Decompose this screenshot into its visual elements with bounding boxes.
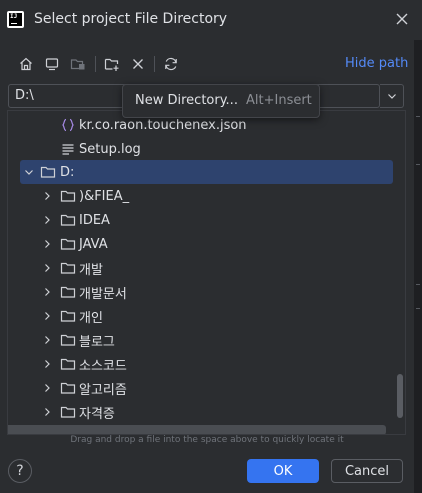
tree-row-label: 알고리즘 bbox=[79, 382, 127, 398]
help-button[interactable]: ? bbox=[8, 459, 32, 483]
delete-icon[interactable] bbox=[126, 52, 150, 76]
horizontal-scrollbar[interactable] bbox=[8, 425, 386, 434]
tree-row-folder[interactable]: IDEA bbox=[8, 208, 396, 232]
chevron-right-icon[interactable] bbox=[41, 334, 53, 346]
chevron-right-icon[interactable] bbox=[41, 406, 53, 418]
cancel-button[interactable]: Cancel bbox=[331, 459, 403, 483]
title-bar: IJ Select project File Directory bbox=[0, 0, 422, 40]
folder-icon bbox=[60, 332, 76, 348]
tree-row-label: kr.co.raon.touchenex.json bbox=[79, 117, 247, 133]
intellij-app-icon: IJ bbox=[7, 11, 24, 28]
tree-row-folder[interactable]: 소스코드 bbox=[8, 352, 396, 376]
tree-row-label: )&FIEA_ bbox=[79, 188, 130, 204]
new-directory-menu-item[interactable]: New Directory... bbox=[135, 93, 238, 108]
drag-drop-hint: Drag and drop a file into the space abov… bbox=[70, 435, 344, 445]
background-window-edge bbox=[414, 40, 422, 493]
tree-row-folder[interactable]: 개발 bbox=[8, 256, 396, 280]
shortcut-label: Alt+Insert bbox=[246, 93, 312, 108]
folder-icon bbox=[60, 284, 76, 300]
tree-row-log-file[interactable]: Setup.log bbox=[8, 137, 396, 161]
chevron-right-icon[interactable] bbox=[41, 262, 53, 274]
close-icon[interactable] bbox=[393, 10, 411, 28]
tree-row-folder[interactable]: 개발문서 bbox=[8, 280, 396, 304]
chevron-right-icon[interactable] bbox=[41, 286, 53, 298]
tree-row-folder[interactable]: 블로그 bbox=[8, 328, 396, 352]
tree-row-folder[interactable]: JAVA bbox=[8, 232, 396, 256]
file-tree[interactable]: kr.co.raon.touchenex.json Setup.log D: )… bbox=[7, 110, 406, 435]
chevron-right-icon[interactable] bbox=[41, 358, 53, 370]
json-file-icon bbox=[60, 117, 76, 133]
tree-row-label: 소스코드 bbox=[79, 358, 127, 374]
folder-icon bbox=[60, 356, 76, 372]
tree-row-drive-d[interactable]: D: bbox=[20, 160, 393, 184]
tree-row-label: 개인 bbox=[79, 310, 103, 326]
tree-row-label: 블로그 bbox=[79, 334, 115, 350]
hide-path-link[interactable]: Hide path bbox=[345, 56, 408, 71]
tree-row-label: JAVA bbox=[79, 236, 108, 252]
tree-row-label: 자격증 bbox=[79, 406, 115, 422]
text-file-icon bbox=[60, 141, 76, 157]
tree-row-label: D: bbox=[60, 164, 75, 180]
tree-row-label: 개발 bbox=[79, 262, 103, 278]
ok-button[interactable]: OK bbox=[247, 459, 319, 483]
folder-icon bbox=[60, 380, 76, 396]
folder-icon bbox=[60, 236, 76, 252]
toolbar: Hide path bbox=[0, 50, 422, 78]
tree-row-label: Setup.log bbox=[79, 141, 141, 157]
desktop-icon[interactable] bbox=[40, 52, 64, 76]
chevron-right-icon[interactable] bbox=[41, 214, 53, 226]
tree-row-folder[interactable]: )&FIEA_ bbox=[8, 184, 396, 208]
project-folder-icon bbox=[66, 52, 90, 76]
chevron-right-icon[interactable] bbox=[41, 238, 53, 250]
tree-row-folder[interactable]: 개인 bbox=[8, 304, 396, 328]
dialog-title: Select project File Directory bbox=[34, 11, 228, 27]
folder-icon bbox=[40, 164, 56, 180]
tree-row-folder[interactable]: 알고리즘 bbox=[8, 376, 396, 400]
new-folder-icon[interactable] bbox=[100, 52, 124, 76]
chevron-right-icon[interactable] bbox=[41, 190, 53, 202]
tree-row-label: IDEA bbox=[79, 212, 110, 228]
folder-icon bbox=[60, 404, 76, 420]
vertical-scrollbar[interactable] bbox=[397, 374, 403, 418]
tree-row-folder[interactable]: 자격증 bbox=[8, 400, 396, 424]
chevron-right-icon[interactable] bbox=[41, 310, 53, 322]
folder-icon bbox=[60, 188, 76, 204]
chevron-down-icon[interactable] bbox=[380, 84, 404, 108]
refresh-icon[interactable] bbox=[159, 52, 183, 76]
context-popup: New Directory... Alt+Insert bbox=[122, 84, 320, 118]
folder-icon bbox=[60, 212, 76, 228]
chevron-down-icon[interactable] bbox=[23, 166, 35, 178]
folder-icon bbox=[60, 308, 76, 324]
folder-icon bbox=[60, 260, 76, 276]
tree-row-label: 개발문서 bbox=[79, 286, 127, 302]
home-icon[interactable] bbox=[14, 52, 38, 76]
chevron-right-icon[interactable] bbox=[41, 382, 53, 394]
